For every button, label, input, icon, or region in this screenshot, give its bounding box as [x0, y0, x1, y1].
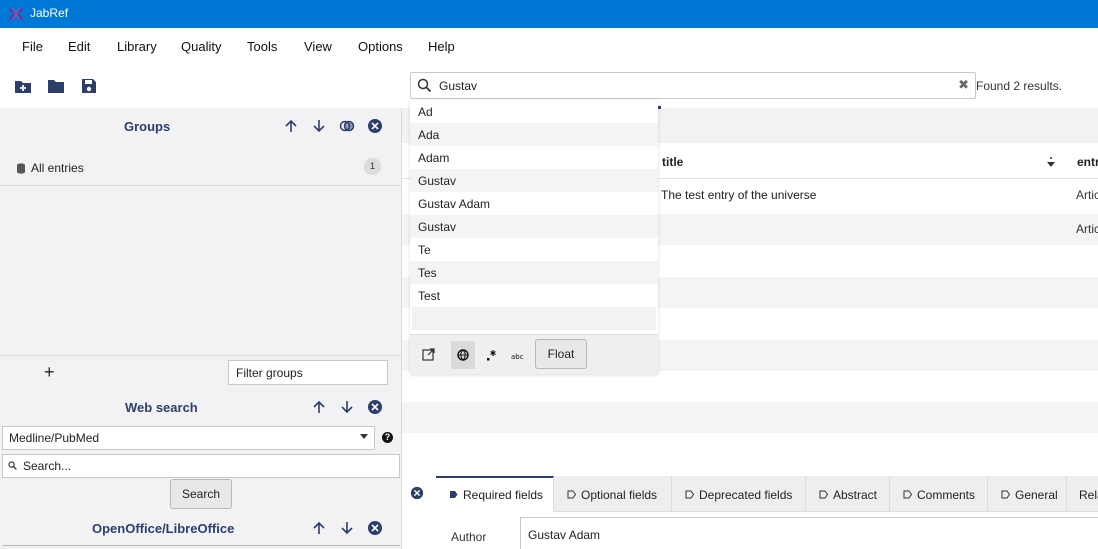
move-down-icon[interactable] [311, 118, 327, 134]
menu-file[interactable]: File [22, 39, 43, 54]
case-sensitive-icon[interactable]: abc [507, 341, 531, 369]
suggestion-item[interactable]: Gustav Adam [410, 192, 658, 215]
tag-outline-icon [567, 490, 576, 499]
entry-count-badge: 1 [364, 158, 381, 175]
window-title: JabRef [30, 6, 69, 20]
add-group-button[interactable]: + [44, 362, 55, 383]
menu-edit[interactable]: Edit [68, 39, 90, 54]
move-up-icon[interactable] [311, 399, 327, 415]
groups-title: Groups [124, 119, 171, 134]
openoffice-title: OpenOffice/LibreOffice [92, 521, 235, 536]
author-field[interactable]: Gustav Adam [520, 517, 1098, 549]
svg-text:abc: abc [511, 353, 524, 361]
jabref-logo-icon [9, 7, 23, 21]
open-library-icon[interactable] [46, 76, 66, 96]
filter-groups-input[interactable]: Filter groups [228, 360, 388, 385]
database-icon [17, 163, 25, 174]
author-field-label: Author [451, 530, 487, 544]
suggestion-item[interactable]: Test [410, 284, 658, 307]
search-options-bar: abc Float [410, 334, 658, 374]
tab-optional-fields[interactable]: Optional fields [554, 476, 672, 512]
tab-related[interactable]: Rela [1067, 476, 1098, 512]
table-row [402, 402, 1098, 433]
all-entries-group[interactable]: All entries [31, 161, 84, 175]
title-bar: JabRef [0, 0, 1098, 28]
web-search-title: Web search [125, 400, 198, 415]
tag-outline-icon [819, 490, 828, 499]
suggestion-item[interactable]: Ad [410, 100, 658, 123]
cell-entrytype: Artic [1076, 188, 1098, 202]
open-in-new-icon[interactable] [416, 341, 440, 369]
suggestion-spacer [412, 307, 656, 330]
search-query: Gustav [439, 79, 478, 93]
column-header-entrytype[interactable]: entr [1077, 155, 1098, 169]
column-header-title[interactable]: title [662, 155, 683, 169]
table-row [402, 433, 1098, 464]
tag-icon [450, 491, 458, 499]
tab-label: Optional fields [581, 488, 658, 502]
sort-descending-icon[interactable] [1046, 156, 1056, 168]
suggestion-item[interactable]: Adam [410, 146, 658, 169]
new-library-icon[interactable] [13, 76, 33, 96]
fetcher-selected-value: Medline/PubMed [9, 431, 100, 445]
search-icon [8, 461, 17, 470]
float-button[interactable]: Float [535, 339, 587, 369]
tab-label: Rela [1079, 488, 1098, 502]
tab-label: Deprecated fields [699, 488, 793, 502]
move-down-icon[interactable] [339, 520, 355, 536]
fetcher-select[interactable]: Medline/PubMed [2, 426, 375, 450]
menu-help[interactable]: Help [428, 39, 455, 54]
tab-label: Comments [917, 488, 976, 502]
search-autocomplete-popup: Ad Ada Adam Gustav Gustav Adam Gustav Te… [410, 100, 658, 374]
suggestion-item[interactable]: Gustav [410, 169, 658, 192]
search-result-count: Found 2 results. [976, 79, 1063, 93]
tab-label: Required fields [463, 488, 544, 502]
move-down-icon[interactable] [339, 399, 355, 415]
help-icon[interactable]: ? [382, 432, 393, 443]
tab-general[interactable]: General [988, 476, 1067, 512]
global-search-icon[interactable] [451, 341, 475, 369]
tab-label: Abstract [833, 488, 878, 502]
tab-required-fields[interactable]: Required fields [436, 476, 554, 512]
move-up-icon[interactable] [283, 118, 299, 134]
chevron-down-icon [360, 434, 368, 439]
close-web-search-icon[interactable] [367, 399, 383, 415]
cell-title: The test entry of the universe [661, 188, 817, 202]
cell-entrytype: Artic [1076, 222, 1098, 236]
suggestion-item[interactable]: Ada [410, 123, 658, 146]
regex-icon[interactable] [479, 341, 503, 369]
menu-bar: File Edit Library Quality Tools View Opt… [0, 28, 1098, 64]
tab-marker [658, 106, 661, 109]
tag-outline-icon [903, 490, 912, 499]
tab-label: General [1015, 488, 1058, 502]
tab-deprecated-fields[interactable]: Deprecated fields [672, 476, 806, 512]
close-editor-icon[interactable] [410, 486, 424, 500]
tab-abstract[interactable]: Abstract [806, 476, 890, 512]
editor-tab-bar: Required fields Optional fields Deprecat… [436, 476, 1098, 512]
menu-quality[interactable]: Quality [181, 39, 221, 54]
tag-outline-icon [1001, 490, 1010, 499]
table-row [402, 371, 1098, 402]
menu-view[interactable]: View [304, 39, 332, 54]
web-search-placeholder: Search... [23, 459, 72, 473]
menu-library[interactable]: Library [117, 39, 157, 54]
suggestion-item[interactable]: Tes [410, 261, 658, 284]
toggle-intersection-icon[interactable] [339, 118, 355, 134]
close-openoffice-icon[interactable] [367, 520, 383, 536]
clear-search-icon[interactable]: ✖ [958, 77, 969, 93]
move-up-icon[interactable] [311, 520, 327, 536]
tab-comments[interactable]: Comments [890, 476, 988, 512]
close-groups-icon[interactable] [367, 118, 383, 134]
web-search-button[interactable]: Search [170, 479, 232, 509]
menu-options[interactable]: Options [358, 39, 403, 54]
suggestion-item[interactable]: Gustav [410, 215, 658, 238]
web-search-input[interactable]: Search... [2, 454, 400, 478]
save-icon[interactable] [79, 76, 99, 96]
tag-outline-icon [685, 490, 694, 499]
global-search-field[interactable]: Gustav ✖ [410, 72, 976, 99]
menu-tools[interactable]: Tools [247, 39, 277, 54]
suggestion-item[interactable]: Te [410, 238, 658, 261]
search-icon [417, 78, 432, 93]
openoffice-buttons-row [2, 545, 400, 549]
